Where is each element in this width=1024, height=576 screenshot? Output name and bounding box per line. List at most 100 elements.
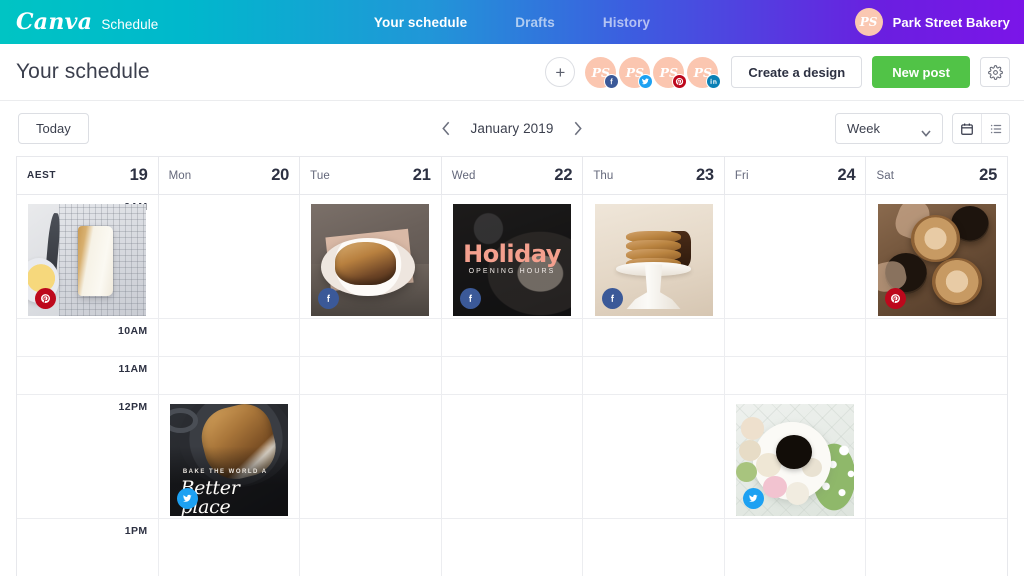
- account-chip-pinterest[interactable]: PS: [653, 56, 688, 89]
- account-chip-linkedin[interactable]: PS: [687, 56, 722, 89]
- nav-history[interactable]: History: [603, 15, 650, 30]
- time-slot[interactable]: [583, 195, 725, 318]
- time-slot[interactable]: BAKE THE WORLD A Better place: [159, 395, 301, 518]
- day-header-thu: Thu 23: [583, 157, 725, 194]
- scheduled-post[interactable]: [877, 204, 996, 316]
- day-number: 25: [979, 166, 998, 184]
- post-subheadline: OPENING HOURS: [468, 267, 556, 275]
- time-slot[interactable]: [583, 519, 725, 576]
- scheduled-post[interactable]: [311, 204, 430, 316]
- day-header-mon: Mon 20: [159, 157, 301, 194]
- day-header-wed: Wed 22: [442, 157, 584, 194]
- nav-your-schedule[interactable]: Your schedule: [374, 15, 467, 30]
- time-slot[interactable]: 12PM: [17, 395, 159, 518]
- view-range-value: Week: [847, 121, 880, 136]
- twitter-icon: [638, 73, 654, 89]
- day-number: 22: [554, 166, 573, 184]
- day-name: Tue: [310, 169, 330, 182]
- time-slot[interactable]: [866, 519, 1007, 576]
- prev-month-button[interactable]: [437, 119, 454, 138]
- chevron-down-icon: [921, 125, 931, 137]
- avatar: PS: [854, 8, 883, 36]
- calendar-icon: [960, 122, 974, 136]
- account-chip-twitter[interactable]: PS: [619, 56, 654, 89]
- account-menu[interactable]: PS Park Street Bakery: [854, 8, 1010, 36]
- week-calendar: AEST 19 Mon 20 Tue 21 Wed 22 Thu 23 Fri …: [16, 156, 1008, 576]
- calendar-controls: Today January 2019 Week: [0, 101, 1024, 156]
- time-slot[interactable]: [300, 395, 442, 518]
- time-slot[interactable]: Holiday OPENING HOURS: [442, 195, 584, 318]
- today-button[interactable]: Today: [18, 113, 89, 144]
- facebook-icon: [601, 288, 623, 309]
- list-icon: [989, 122, 1003, 136]
- time-slot[interactable]: [725, 195, 867, 318]
- calendar-row-1pm: 1PM: [17, 519, 1007, 576]
- new-post-button[interactable]: New post: [872, 56, 970, 88]
- pinterest-icon: [672, 73, 688, 89]
- main-nav: Your schedule Drafts History: [374, 15, 650, 30]
- scheduled-post[interactable]: [28, 204, 147, 316]
- gear-icon: [987, 64, 1003, 80]
- time-slot[interactable]: [442, 395, 584, 518]
- day-name: Thu: [593, 169, 614, 182]
- time-slot[interactable]: [300, 357, 442, 394]
- time-slot[interactable]: [442, 519, 584, 576]
- next-month-button[interactable]: [570, 119, 587, 138]
- twitter-icon: [176, 488, 198, 509]
- nav-drafts[interactable]: Drafts: [515, 15, 555, 30]
- time-slot[interactable]: 11AM: [17, 357, 159, 394]
- calendar-row-9am: 9AM: [17, 195, 1007, 319]
- time-slot[interactable]: [159, 319, 301, 356]
- time-slot[interactable]: [725, 395, 867, 518]
- scheduled-post[interactable]: BAKE THE WORLD A Better place: [169, 404, 288, 516]
- time-slot[interactable]: [442, 357, 584, 394]
- facebook-icon: [604, 73, 620, 89]
- time-slot[interactable]: [725, 357, 867, 394]
- time-slot[interactable]: [300, 319, 442, 356]
- view-range-select[interactable]: Week: [835, 113, 943, 144]
- time-slot[interactable]: 9AM: [17, 195, 159, 318]
- day-number: 24: [837, 166, 856, 184]
- time-slot[interactable]: [300, 519, 442, 576]
- scheduled-post[interactable]: Holiday OPENING HOURS: [453, 204, 572, 316]
- calendar-view-button[interactable]: [953, 114, 981, 143]
- day-number: 19: [129, 166, 148, 184]
- day-name: Fri: [734, 169, 749, 182]
- time-slot[interactable]: [725, 519, 867, 576]
- current-month-label: January 2019: [470, 121, 554, 136]
- time-slot[interactable]: [583, 319, 725, 356]
- time-label: 12PM: [118, 401, 148, 413]
- brand[interactable]: Canva Schedule: [16, 11, 158, 33]
- settings-button[interactable]: [980, 57, 1010, 87]
- add-account-button[interactable]: +: [545, 57, 576, 87]
- view-mode-toggle: [952, 113, 1010, 144]
- time-slot[interactable]: [583, 357, 725, 394]
- time-slot[interactable]: [442, 319, 584, 356]
- time-slot[interactable]: [866, 357, 1007, 394]
- calendar-row-10am: 10AM: [17, 319, 1007, 357]
- time-slot[interactable]: [866, 319, 1007, 356]
- page-title: Your schedule: [16, 60, 150, 83]
- pinterest-icon: [884, 288, 906, 309]
- linkedin-icon: [706, 73, 722, 89]
- page-toolbar: Your schedule + PS PS PS PS Create a des…: [0, 44, 1024, 101]
- calendar-row-11am: 11AM: [17, 357, 1007, 395]
- day-name: Mon: [168, 169, 192, 182]
- time-slot[interactable]: 1PM: [17, 519, 159, 576]
- time-slot[interactable]: [159, 357, 301, 394]
- create-design-button[interactable]: Create a design: [731, 56, 863, 88]
- time-slot[interactable]: 10AM: [17, 319, 159, 356]
- time-slot[interactable]: [866, 395, 1007, 518]
- time-slot[interactable]: [159, 519, 301, 576]
- list-view-button[interactable]: [981, 114, 1009, 143]
- time-slot[interactable]: [159, 195, 301, 318]
- scheduled-post[interactable]: [736, 404, 855, 516]
- account-chip-facebook[interactable]: PS: [585, 56, 620, 89]
- time-slot[interactable]: [583, 395, 725, 518]
- time-label: 10AM: [117, 325, 148, 337]
- time-slot[interactable]: [300, 195, 442, 318]
- post-headline: BAKE THE WORLD A: [182, 468, 268, 475]
- scheduled-post[interactable]: [594, 204, 713, 316]
- time-slot[interactable]: [725, 319, 867, 356]
- time-slot[interactable]: [866, 195, 1007, 318]
